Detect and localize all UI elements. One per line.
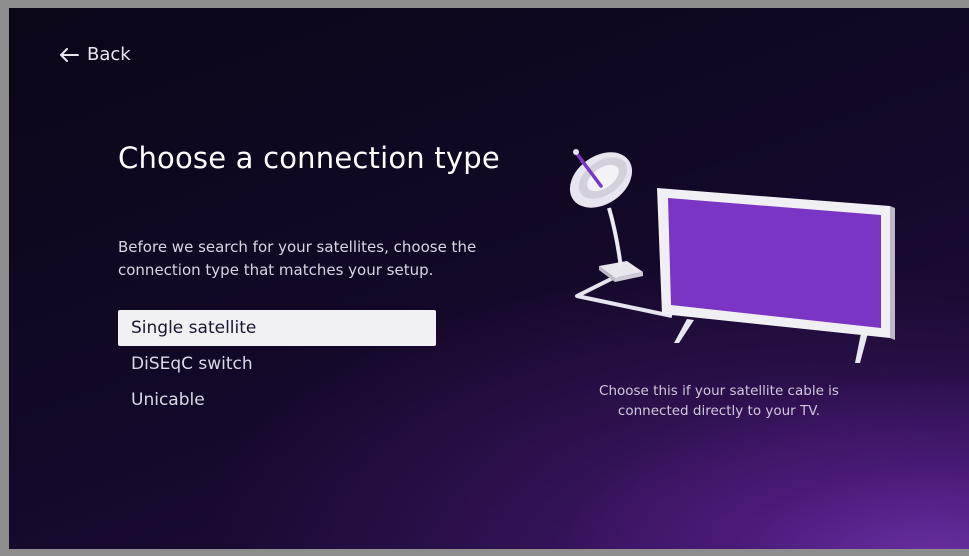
option-hint: Choose this if your satellite cable is c… — [599, 383, 839, 419]
tv-screen: Back Choose a connection type Before we … — [9, 8, 969, 549]
arrow-left-icon — [59, 47, 79, 62]
back-button[interactable]: Back — [59, 44, 131, 65]
page-title: Choose a connection type — [118, 141, 500, 175]
cable — [575, 274, 673, 318]
option-unicable[interactable]: Unicable — [118, 382, 436, 418]
option-single-satellite[interactable]: Single satellite — [118, 310, 436, 346]
back-label: Back — [87, 44, 131, 65]
dish-arm — [607, 207, 623, 269]
option-diseqc-switch[interactable]: DiSEqC switch — [118, 346, 436, 382]
satellite-tv-illustration — [557, 136, 897, 370]
connection-type-list: Single satellite DiSEqC switch Unicable — [118, 310, 436, 418]
tv-leg-left — [674, 319, 694, 343]
page-description: Before we search for your satellites, ch… — [118, 238, 477, 279]
device-frame: Back Choose a connection type Before we … — [0, 0, 969, 556]
